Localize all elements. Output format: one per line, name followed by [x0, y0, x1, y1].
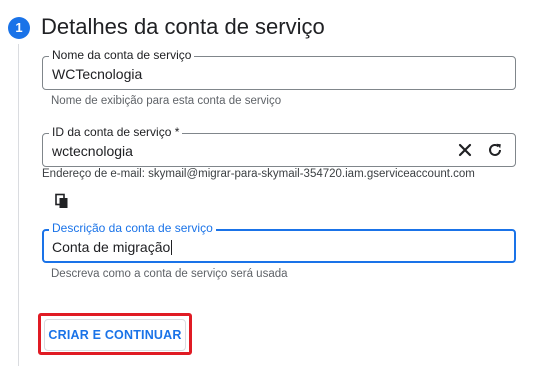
- step-connector-line: [18, 44, 19, 366]
- account-id-field[interactable]: ID da conta de serviço * wctecnologia: [42, 125, 516, 167]
- description-input[interactable]: Conta de migração: [52, 239, 173, 255]
- create-and-continue-button[interactable]: CRIAR E CONTINUAR: [44, 319, 186, 351]
- description-label: Descrição da conta de serviço: [49, 221, 216, 235]
- refresh-icon[interactable]: [485, 140, 505, 160]
- account-name-hint: Nome de exibição para esta conta de serv…: [51, 95, 282, 107]
- copy-icon[interactable]: [54, 193, 70, 209]
- account-name-label: Nome da conta de serviço: [49, 48, 195, 62]
- description-hint: Descreva como a conta de serviço será us…: [51, 268, 288, 280]
- description-input-text: Conta de migração: [52, 239, 171, 255]
- account-name-field[interactable]: Nome da conta de serviço WCTecnologia: [42, 48, 516, 90]
- account-id-input[interactable]: wctecnologia: [52, 143, 133, 159]
- text-caret: [171, 240, 173, 255]
- account-id-label: ID da conta de serviço *: [49, 125, 183, 139]
- service-account-email: Endereço de e-mail: skymail@migrar-para-…: [42, 168, 475, 180]
- step-number-badge: 1: [8, 17, 30, 39]
- account-name-input[interactable]: WCTecnologia: [52, 66, 142, 82]
- clear-icon[interactable]: [455, 140, 475, 160]
- section-title: Detalhes da conta de serviço: [41, 14, 325, 39]
- description-field[interactable]: Descrição da conta de serviço Conta de m…: [42, 221, 516, 263]
